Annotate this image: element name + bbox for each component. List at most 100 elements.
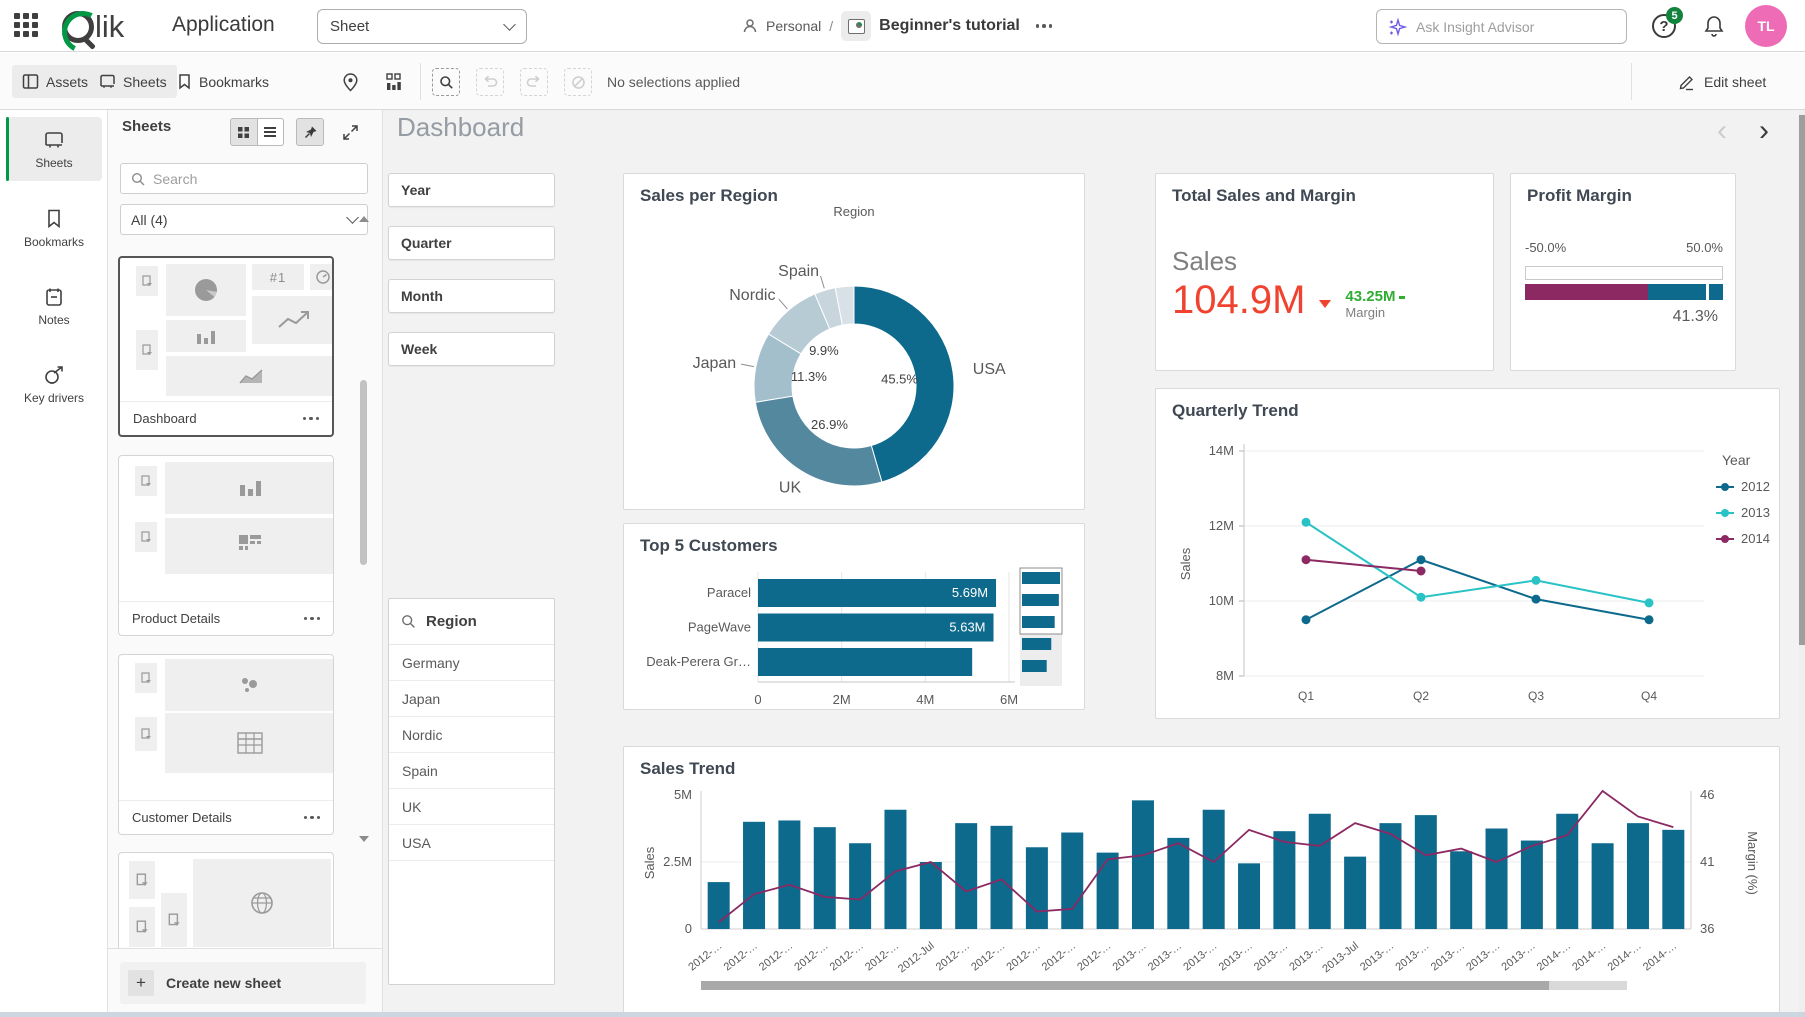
sheet-card-menu-icon[interactable] (304, 816, 321, 820)
data-point[interactable] (1645, 598, 1654, 607)
app-title[interactable]: Beginner's tutorial (879, 17, 1020, 35)
view-select-dropdown[interactable]: Sheet (317, 9, 527, 44)
page-vertical-scrollbar[interactable] (1799, 110, 1805, 1017)
app-menu-icon[interactable] (1036, 24, 1053, 28)
bar[interactable] (1415, 815, 1437, 929)
qlik-logo[interactable]: lik (62, 6, 124, 48)
chart-suggestions-button[interactable] (380, 68, 408, 96)
bar[interactable] (1238, 863, 1260, 929)
rail-item-notes[interactable]: Notes (6, 274, 102, 338)
smart-search-button[interactable] (432, 68, 460, 96)
bar[interactable] (758, 648, 972, 676)
assets-button[interactable]: Assets (12, 65, 98, 98)
bar[interactable] (849, 843, 871, 929)
filter-pane-week[interactable]: Week (388, 332, 555, 366)
bar[interactable] (1627, 823, 1649, 929)
filter-pane-month[interactable]: Month (388, 279, 555, 313)
bar[interactable] (955, 823, 977, 929)
sheet-search-input[interactable] (153, 171, 333, 187)
insights-pin-button[interactable] (336, 68, 364, 96)
rail-item-sheets[interactable]: Sheets (6, 117, 102, 181)
data-point[interactable] (1302, 555, 1311, 564)
bar[interactable] (1026, 847, 1048, 929)
page-horizontal-scrollbar[interactable] (0, 1012, 1805, 1017)
rail-item-bookmarks[interactable]: Bookmarks (6, 196, 102, 260)
filter-pane-quarter[interactable]: Quarter (388, 226, 555, 260)
donut-slice-UK[interactable] (755, 396, 882, 486)
region-item-usa[interactable]: USA (389, 825, 554, 861)
bar[interactable] (1450, 851, 1472, 929)
data-point[interactable] (1302, 615, 1311, 624)
data-point[interactable] (1417, 567, 1426, 576)
bar[interactable] (991, 826, 1013, 929)
prev-sheet-icon[interactable]: ‹ (1717, 116, 1727, 146)
bar[interactable] (1273, 831, 1295, 929)
region-listbox-header[interactable]: Region (389, 599, 554, 645)
bookmarks-button[interactable]: Bookmarks (167, 65, 279, 98)
insight-advisor-search[interactable] (1376, 9, 1627, 44)
bar[interactable] (1132, 800, 1154, 929)
bar[interactable] (778, 820, 800, 929)
sheet-card-product-details[interactable]: Product Details (118, 455, 334, 636)
app-launcher-icon[interactable] (14, 13, 40, 39)
bar[interactable] (743, 822, 765, 929)
bar[interactable] (1097, 853, 1119, 929)
clear-selections-button[interactable] (564, 68, 592, 96)
undo-selection-button[interactable] (476, 68, 504, 96)
insight-advisor-input[interactable] (1416, 19, 1596, 35)
list-view-button[interactable] (257, 119, 284, 145)
filter-pane-year[interactable]: Year (388, 173, 555, 207)
region-item-japan[interactable]: Japan (389, 681, 554, 717)
data-point[interactable] (1302, 518, 1311, 527)
bar[interactable] (814, 827, 836, 929)
bar[interactable] (920, 862, 942, 929)
data-point[interactable] (1645, 615, 1654, 624)
create-new-sheet-button[interactable]: + Create new sheet (120, 962, 366, 1004)
legend-label-2014[interactable]: 2014 (1741, 531, 1770, 546)
app-icon[interactable] (841, 11, 871, 41)
bar[interactable] (1521, 841, 1543, 929)
redo-selection-button[interactable] (520, 68, 548, 96)
bar[interactable] (1556, 814, 1578, 929)
sheet-filter-dropdown[interactable]: All (4) (120, 204, 368, 235)
bar[interactable] (1309, 814, 1331, 929)
space-name[interactable]: Personal (766, 18, 821, 34)
data-point[interactable] (1417, 555, 1426, 564)
legend-label-2012[interactable]: 2012 (1741, 479, 1770, 494)
sheets-button[interactable]: Sheets (89, 65, 177, 98)
sheet-card-dashboard[interactable]: #1 Dashboard (118, 256, 334, 437)
sheet-card-partial[interactable] (118, 852, 334, 948)
expand-panel-button[interactable] (336, 118, 364, 146)
data-point[interactable] (1532, 576, 1541, 585)
sheet-card-menu-icon[interactable] (304, 617, 321, 621)
region-item-spain[interactable]: Spain (389, 753, 554, 789)
next-sheet-icon[interactable]: › (1759, 116, 1769, 146)
bar[interactable] (1203, 810, 1225, 929)
region-item-germany[interactable]: Germany (389, 645, 554, 681)
data-point[interactable] (1532, 595, 1541, 604)
bar[interactable] (1662, 830, 1684, 929)
region-item-uk[interactable]: UK (389, 789, 554, 825)
avatar[interactable]: TL (1745, 5, 1787, 47)
legend-label-2013[interactable]: 2013 (1741, 505, 1770, 520)
bar[interactable] (1486, 829, 1508, 930)
region-item-nordic[interactable]: Nordic (389, 717, 554, 753)
edit-sheet-button[interactable]: Edit sheet (1678, 68, 1766, 96)
grid-view-button[interactable] (231, 119, 257, 145)
pin-panel-button[interactable] (296, 118, 324, 146)
data-point[interactable] (1417, 593, 1426, 602)
rail-item-key-drivers[interactable]: Key drivers (6, 352, 102, 416)
scroll-up-icon[interactable] (359, 216, 369, 222)
sheet-search-field[interactable] (120, 163, 368, 194)
bar[interactable] (1344, 857, 1366, 929)
scroll-down-icon[interactable] (359, 836, 369, 842)
sheets-scrollbar[interactable] (360, 380, 367, 565)
bar[interactable] (1061, 833, 1083, 929)
chart-scrollbar[interactable] (701, 981, 1549, 990)
sheet-card-customer-details[interactable]: Customer Details (118, 654, 334, 835)
notifications-button[interactable] (1703, 14, 1725, 43)
help-button[interactable]: ? 5 (1652, 14, 1678, 40)
bar[interactable] (1167, 838, 1189, 929)
bar[interactable] (1592, 843, 1614, 929)
sheet-card-menu-icon[interactable] (303, 417, 320, 421)
